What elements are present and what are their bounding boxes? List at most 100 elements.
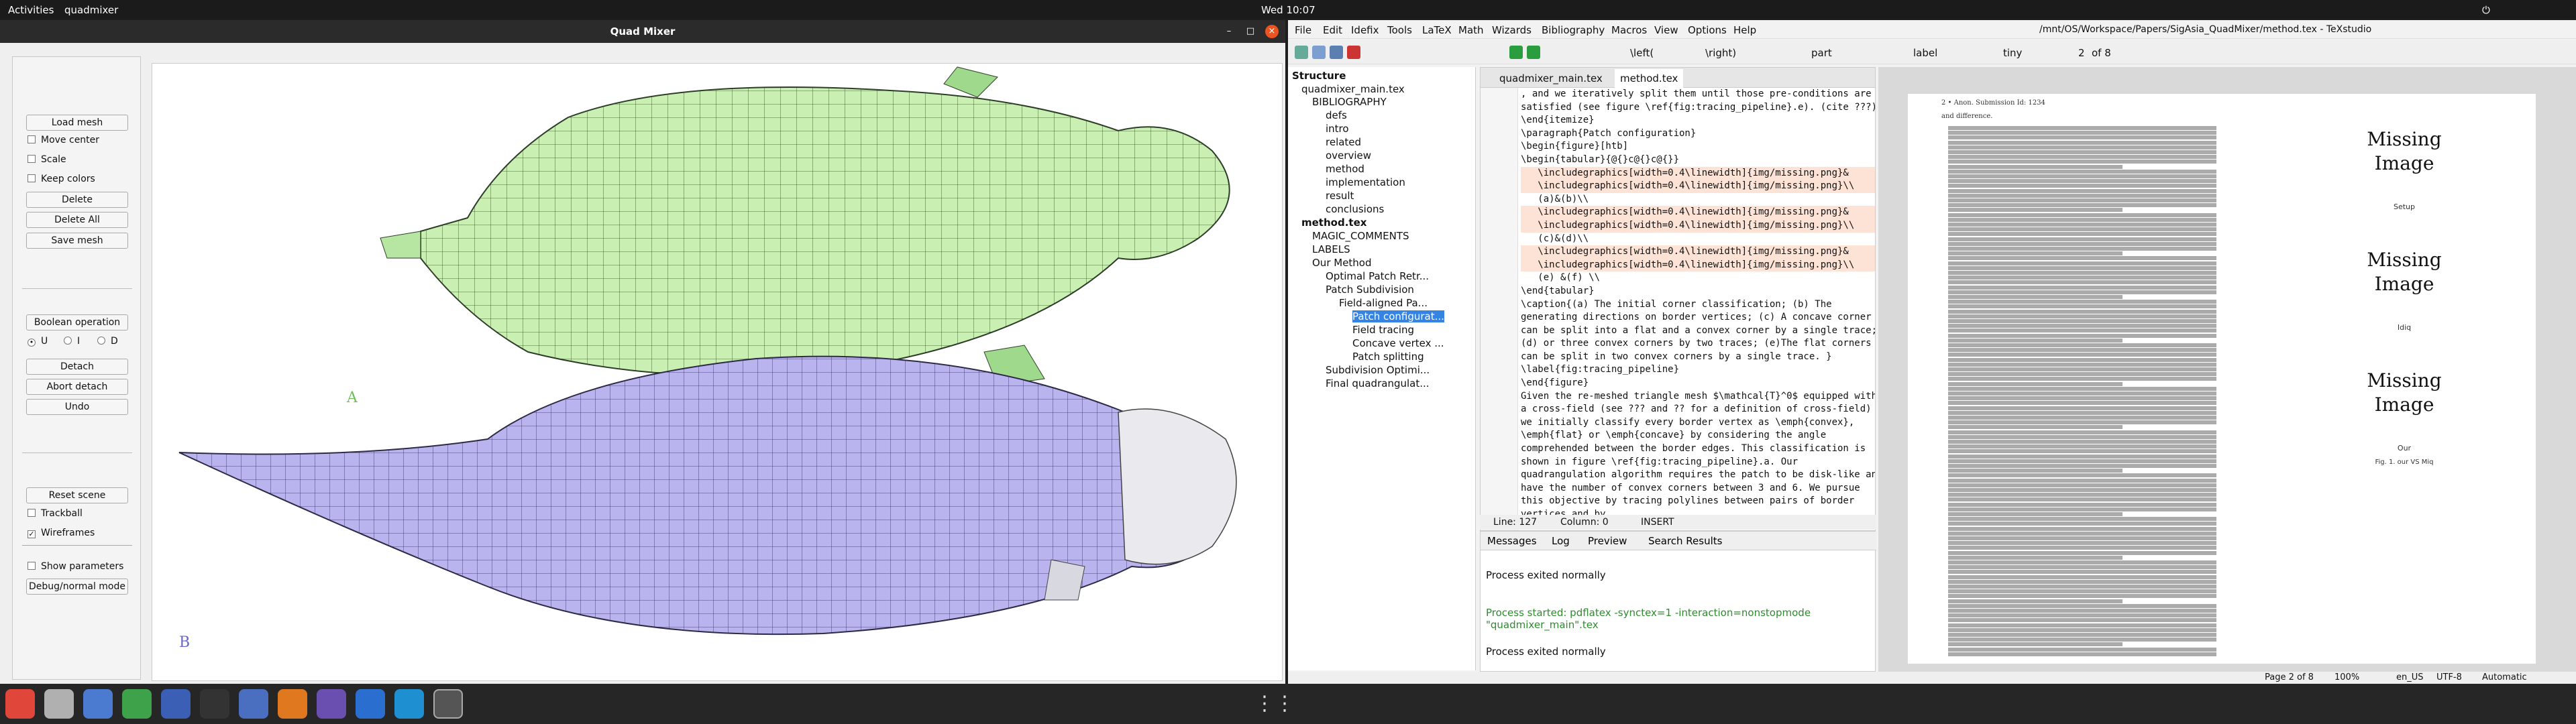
radio-intersection[interactable]: I [64,335,80,348]
page-number-input[interactable]: 2 [2078,47,2085,59]
tree-item[interactable]: defs [1326,109,1347,121]
menu-bibliography[interactable]: Bibliography [1542,24,1605,36]
build-run-icon[interactable] [1509,46,1523,59]
language[interactable]: en_US [2396,672,2424,682]
slider[interactable] [22,545,132,546]
show-parameters-checkbox[interactable]: Show parameters [28,560,123,573]
tree-item[interactable]: Field-aligned Pa... [1339,297,1428,309]
tree-item[interactable]: Subdivision Optimi... [1326,364,1430,376]
boolean-operation-button[interactable]: Boolean operation [26,314,128,330]
code-line[interactable]: can be split in two convex corners by a … [1521,351,1875,364]
menu-idefix[interactable]: Idefix [1351,24,1379,36]
code-line[interactable]: \includegraphics[width=0.4\linewidth]{im… [1521,180,1875,193]
code-line[interactable]: \includegraphics[width=0.4\linewidth]{im… [1521,166,1875,180]
save-icon[interactable] [1330,46,1343,59]
menu-tools[interactable]: Tools [1387,24,1412,36]
menu-wizards[interactable]: Wizards [1492,24,1532,36]
activities-button[interactable]: Activities [8,4,54,16]
power-icon[interactable]: ⏻ [2482,4,2490,16]
move-center-checkbox[interactable]: Move center [28,133,99,147]
code-line[interactable]: a cross-field (see ??? and ?? for a defi… [1521,403,1875,416]
clock[interactable]: Wed 10:07 [1261,4,1316,16]
code-line[interactable]: \begin{figure}[htb] [1521,140,1875,154]
app-menu[interactable]: quadmixer [64,4,118,16]
code-line[interactable]: generating directions on border vertices… [1521,311,1875,324]
code-line[interactable]: Given the re-meshed triangle mesh $\math… [1521,390,1875,404]
tree-item[interactable]: Patch Subdivision [1326,284,1414,296]
code-line[interactable]: can be split into a flat and a convex co… [1521,324,1875,338]
code-line[interactable]: \includegraphics[width=0.4\linewidth]{im… [1521,206,1875,219]
code-line[interactable]: \end{tabular} [1521,285,1875,298]
new-icon[interactable] [1295,46,1308,59]
part-select[interactable]: part [1811,47,1832,59]
wireframes-checkbox[interactable]: ✓ Wireframes [28,526,95,540]
code-line[interactable]: \includegraphics[width=0.4\linewidth]{im… [1521,245,1875,259]
editor-icon[interactable] [239,689,268,719]
code-line[interactable]: shown in figure \ref{fig:tracing_pipelin… [1521,456,1875,469]
menu-file[interactable]: File [1295,24,1311,36]
tree-item[interactable]: related [1326,136,1361,148]
radio-union[interactable]: • U [28,335,48,348]
label-select[interactable]: label [1913,47,1937,59]
code-line[interactable]: \end{figure} [1521,377,1875,390]
tab-main[interactable]: quadmixer_main.tex [1494,69,1608,88]
menu-edit[interactable]: Edit [1323,24,1342,36]
encoding[interactable]: UTF-8 [2436,672,2462,682]
code-line[interactable]: (c)&(d)\\ [1521,233,1875,246]
right-delim[interactable]: \right) [1705,47,1736,59]
code-line[interactable]: \includegraphics[width=0.4\linewidth]{im… [1521,258,1875,272]
tree-item[interactable]: result [1326,190,1354,202]
vscode-icon[interactable] [161,689,191,719]
zoom-level[interactable]: 100% [2334,672,2359,682]
code-line[interactable]: \paragraph{Patch configuration} [1521,127,1875,141]
code-line[interactable]: quadrangulation algorithm requires the p… [1521,469,1875,482]
undo-button[interactable]: Undo [26,399,128,415]
abort-detach-button[interactable]: Abort detach [26,379,128,395]
tree-item[interactable]: Field tracing [1352,324,1414,336]
code-line[interactable]: we initially classify every border verte… [1521,416,1875,430]
code-line[interactable]: satisfied (see figure \ref{fig:tracing_p… [1521,101,1875,115]
code-line[interactable]: this objective by tracing polylines betw… [1521,495,1875,508]
menu-help[interactable]: Help [1733,24,1756,36]
maximize-icon[interactable]: □ [1244,25,1257,38]
open-icon[interactable] [1312,46,1326,59]
mesh-render[interactable]: A B [152,64,1283,682]
minimize-icon[interactable]: – [1222,25,1236,38]
tab-log[interactable]: Log [1552,535,1570,547]
tab-messages[interactable]: Messages [1487,535,1537,547]
reset-scene-button[interactable]: Reset scene [26,487,128,503]
code-line[interactable]: , and we iteratively split them until th… [1521,88,1875,101]
qtcreator-icon[interactable] [122,689,152,719]
app-icon[interactable] [278,689,307,719]
code-line[interactable]: \caption{(a) The initial corner classifi… [1521,298,1875,312]
chrome-icon[interactable] [5,689,35,719]
radio-difference[interactable]: D [97,335,118,348]
3d-viewport[interactable]: A B [152,63,1283,681]
close-icon[interactable]: × [1265,25,1279,38]
load-mesh-button[interactable]: Load mesh [26,115,128,131]
code-line[interactable]: comprehended between the border edges. T… [1521,442,1875,456]
tree-item[interactable]: method.tex [1301,217,1366,229]
save-mesh-button[interactable]: Save mesh [26,233,128,249]
app-icon[interactable] [356,689,385,719]
code-line[interactable]: \begin{tabular}{@{}c@{}c@{}} [1521,154,1875,167]
tree-item[interactable]: Concave vertex ... [1352,337,1444,349]
compile-icon[interactable] [1527,46,1540,59]
menu-options[interactable]: Options [1688,24,1727,36]
app-grid-icon[interactable]: ⋮⋮ [1254,689,1295,719]
tree-item[interactable]: BIBLIOGRAPHY [1312,96,1387,108]
tree-item[interactable]: Final quadrangulat... [1326,377,1430,389]
code-line[interactable]: \label{fig:tracing_pipeline} [1521,363,1875,377]
tree-item[interactable]: quadmixer_main.tex [1301,83,1405,95]
pdf-viewer[interactable]: 2 • Anon. Submission Id: 1234 and differ… [1878,67,2576,684]
tree-item[interactable]: Our Method [1312,257,1372,269]
tree-item[interactable]: Optimal Patch Retr... [1326,270,1429,282]
tree-item[interactable]: overview [1326,149,1371,162]
skype-icon[interactable] [394,689,424,719]
code-line[interactable]: (d) or three convex corners by two trace… [1521,337,1875,351]
menu-macros[interactable]: Macros [1611,24,1647,36]
code-editor[interactable]: , and we iteratively split them until th… [1521,88,1875,522]
app-icon[interactable] [317,689,346,719]
code-line[interactable]: \end{itemize} [1521,114,1875,127]
scale-checkbox[interactable]: Scale [28,153,66,166]
